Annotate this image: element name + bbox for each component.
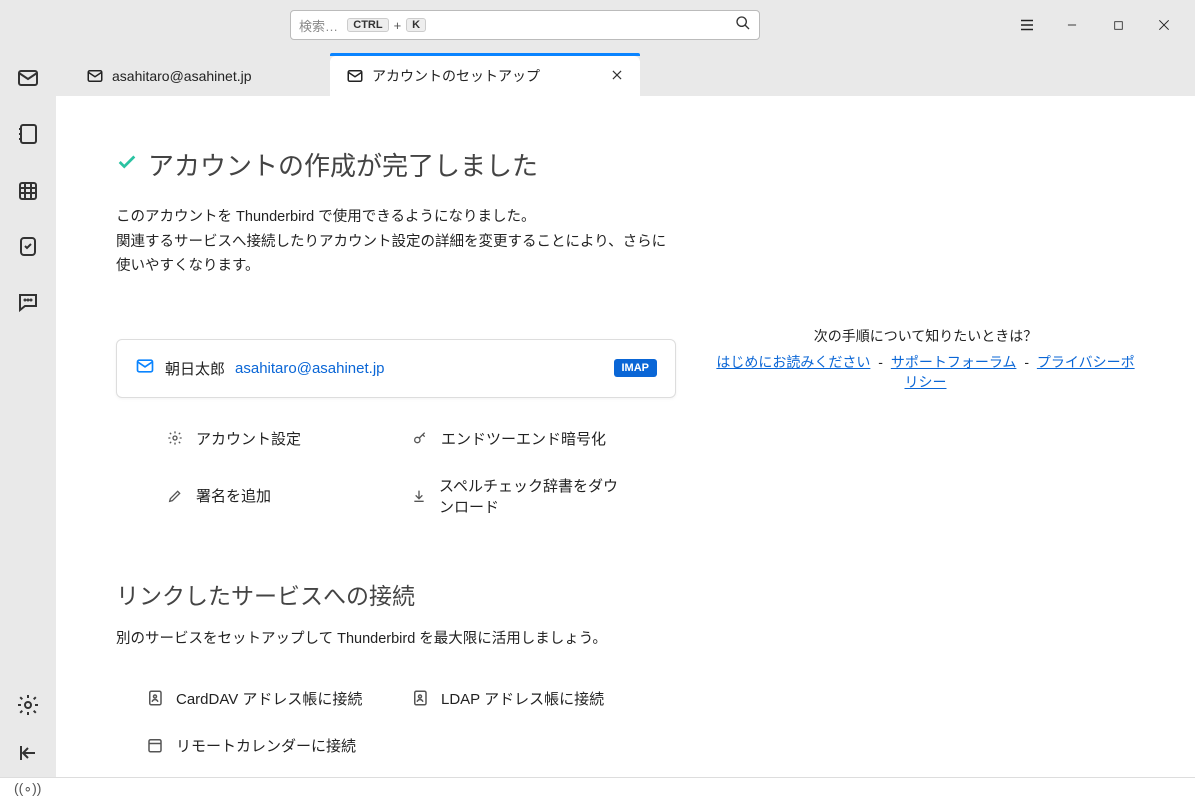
sep: - <box>878 354 883 370</box>
addressbook-icon <box>411 689 429 707</box>
desc-line-2: 関連するサービスへ接続したりアカウント設定の詳細を変更することにより、さらに使い… <box>116 234 666 275</box>
tab-setup-label: アカウントのセットアップ <box>372 66 540 86</box>
broadcast-icon[interactable]: ((∘)) <box>14 780 41 797</box>
tab-close-icon[interactable] <box>610 66 624 87</box>
signature-label: 署名を追加 <box>196 485 271 506</box>
gear-icon <box>166 430 184 446</box>
kbd-ctrl: CTRL <box>347 18 388 32</box>
pencil-icon <box>166 488 184 504</box>
mail-space-icon[interactable] <box>14 64 42 92</box>
addressbook-icon <box>146 689 164 707</box>
tabstrip: asahitaro@asahinet.jp アカウントのセットアップ <box>56 50 1195 96</box>
carddav-label: CardDAV アドレス帳に接続 <box>176 688 362 709</box>
support-forum-link[interactable]: サポートフォーラム <box>891 354 1017 370</box>
help-question: 次の手順について知りたいときは？ <box>716 326 1135 346</box>
spell-label: スペルチェック辞書をダウンロード <box>439 475 626 517</box>
calendar-icon <box>146 736 164 754</box>
addressbook-space-icon[interactable] <box>14 120 42 148</box>
tab-account[interactable]: asahitaro@asahinet.jp <box>70 56 330 96</box>
account-email: asahitaro@asahinet.jp <box>235 360 385 377</box>
page-title-text: アカウントの作成が完了しました <box>148 146 538 183</box>
protocol-badge: IMAP <box>614 359 658 377</box>
settings-space-icon[interactable] <box>14 691 42 719</box>
calendar-space-icon[interactable] <box>14 176 42 204</box>
page-title: アカウントの作成が完了しました <box>116 146 676 183</box>
download-icon <box>411 488 427 504</box>
tasks-space-icon[interactable] <box>14 232 42 260</box>
download-spell-button[interactable]: スペルチェック辞書をダウンロード <box>411 475 626 517</box>
sep: - <box>1024 354 1029 370</box>
page-description: このアカウントを Thunderbird で使用できるようになりました。 関連す… <box>116 205 676 279</box>
kbd-plus: + <box>394 18 402 33</box>
account-settings-label: アカウント設定 <box>196 428 301 449</box>
global-search[interactable]: 検索… CTRL + K <box>290 10 760 40</box>
key-icon <box>411 430 429 446</box>
ldap-label: LDAP アドレス帳に接続 <box>441 688 604 709</box>
tab-account-label: asahitaro@asahinet.jp <box>112 68 252 84</box>
spaces-toolbar <box>0 50 56 777</box>
account-settings-button[interactable]: アカウント設定 <box>166 428 381 449</box>
search-icon <box>735 15 751 36</box>
chat-space-icon[interactable] <box>14 288 42 316</box>
window-maximize-button[interactable] <box>1095 5 1141 45</box>
e2e-encryption-button[interactable]: エンドツーエンド暗号化 <box>411 428 626 449</box>
hamburger-menu-icon[interactable] <box>1005 5 1049 45</box>
window-minimize-button[interactable] <box>1049 5 1095 45</box>
tab-setup[interactable]: アカウントのセットアップ <box>330 56 640 96</box>
collapse-space-icon[interactable] <box>14 739 42 767</box>
mail-icon <box>86 67 104 85</box>
add-signature-button[interactable]: 署名を追加 <box>166 475 381 517</box>
desc-line-1: このアカウントを Thunderbird で使用できるようになりました。 <box>116 209 535 225</box>
connect-remote-calendar-button[interactable]: リモートカレンダーに接続 <box>146 735 381 756</box>
e2e-label: エンドツーエンド暗号化 <box>441 428 606 449</box>
connect-ldap-button[interactable]: LDAP アドレス帳に接続 <box>411 688 646 709</box>
account-display-name: 朝日太郎 <box>165 358 225 379</box>
search-placeholder: 検索… <box>299 16 338 35</box>
readme-link[interactable]: はじめにお読みください <box>716 354 870 370</box>
calendar-label: リモートカレンダーに接続 <box>176 735 356 756</box>
window-close-button[interactable] <box>1141 5 1187 45</box>
mail-icon <box>346 67 364 85</box>
titlebar: 検索… CTRL + K <box>0 0 1195 50</box>
linked-services-desc: 別のサービスをセットアップして Thunderbird を最大限に活用しましょう… <box>116 627 676 648</box>
kbd-k: K <box>406 18 426 32</box>
setup-page: アカウントの作成が完了しました このアカウントを Thunderbird で使用… <box>56 96 1195 777</box>
check-icon <box>116 151 138 179</box>
mail-account-icon <box>135 356 155 381</box>
connect-carddav-button[interactable]: CardDAV アドレス帳に接続 <box>146 688 381 709</box>
account-card: 朝日太郎 asahitaro@asahinet.jp IMAP <box>116 339 676 398</box>
help-links: はじめにお読みください - サポートフォーラム - プライバシーポリシー <box>716 352 1135 392</box>
statusbar: ((∘)) <box>0 777 1195 799</box>
linked-services-heading: リンクしたサービスへの接続 <box>116 577 676 611</box>
